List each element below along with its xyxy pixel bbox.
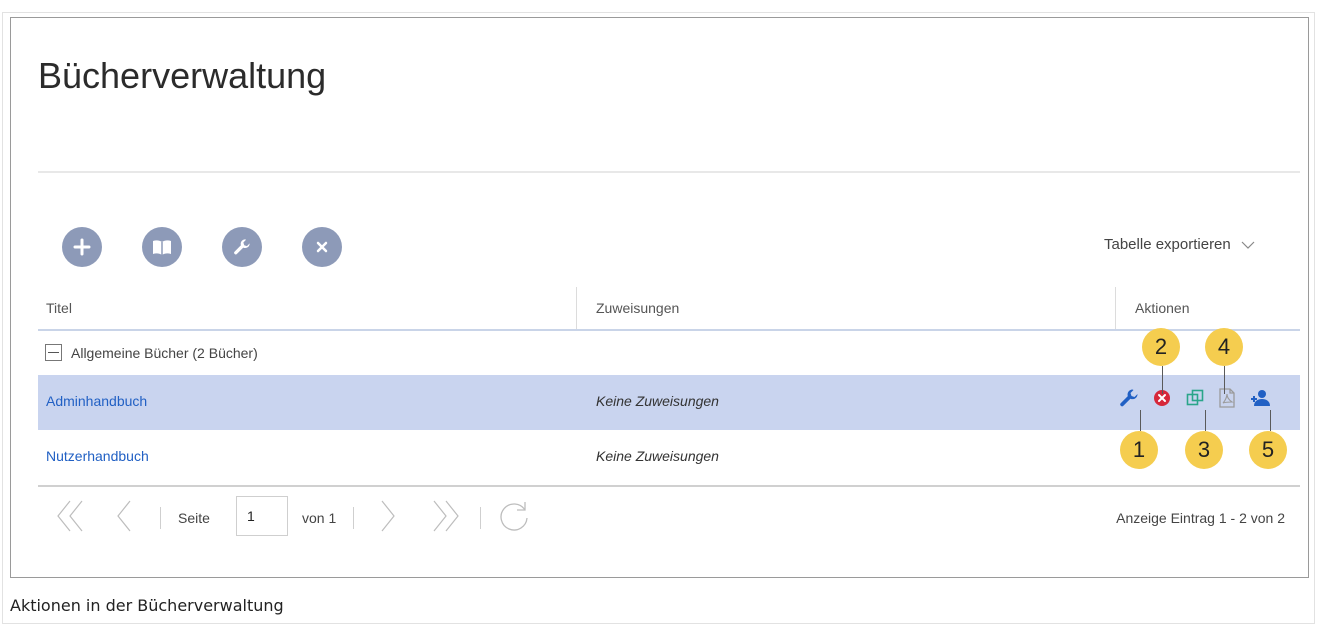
delete-book-button[interactable]	[302, 227, 342, 267]
column-separator	[1115, 287, 1116, 329]
pager-separator	[480, 507, 481, 529]
callout-3: 3	[1185, 431, 1223, 469]
last-page-button[interactable]	[432, 499, 460, 538]
title-divider	[38, 171, 1300, 173]
callout-line-1	[1140, 410, 1141, 431]
chevron-down-icon	[1241, 241, 1255, 249]
entry-count: Anzeige Eintrag 1 - 2 von 2	[1116, 510, 1285, 526]
page-title: Bücherverwaltung	[38, 55, 327, 96]
refresh-button[interactable]	[498, 499, 532, 538]
column-header-actions: Aktionen	[1135, 300, 1190, 316]
column-header-title[interactable]: Titel	[46, 300, 72, 316]
open-book-button[interactable]	[142, 227, 182, 267]
double-chevron-right-icon	[433, 500, 459, 532]
collapse-group-toggle[interactable]	[45, 344, 62, 361]
refresh-icon	[500, 502, 528, 531]
callout-line-3	[1205, 410, 1206, 431]
pager-separator	[160, 507, 161, 529]
book-title-link[interactable]: Nutzerhandbuch	[46, 448, 149, 464]
page-label: Seite	[178, 510, 210, 526]
wrench-icon	[234, 239, 250, 255]
first-page-button[interactable]	[56, 499, 84, 538]
book-assignments: Keine Zuweisungen	[596, 393, 719, 409]
wrench-icon	[1120, 389, 1138, 407]
pdf-icon	[1219, 388, 1235, 408]
table-header: Titel Zuweisungen Aktionen	[38, 287, 1300, 331]
export-table-dropdown[interactable]: Tabelle exportieren	[1104, 236, 1255, 253]
edit-action-button[interactable]	[1118, 387, 1140, 409]
book-assignments: Keine Zuweisungen	[596, 448, 719, 464]
export-label: Tabelle exportieren	[1104, 236, 1231, 253]
column-header-assignments[interactable]: Zuweisungen	[596, 300, 679, 316]
callout-5: 5	[1249, 431, 1287, 469]
pdf-export-action-button[interactable]	[1216, 387, 1238, 409]
user-assign-icon	[1251, 390, 1270, 406]
edit-book-button[interactable]	[222, 227, 262, 267]
figure-caption: Aktionen in der Bücherverwaltung	[10, 596, 284, 615]
callout-line-4	[1224, 366, 1225, 394]
close-icon	[316, 241, 328, 253]
chevron-right-icon	[381, 500, 395, 532]
chevron-left-icon	[117, 500, 131, 532]
callout-line-5	[1270, 410, 1271, 431]
callout-2: 2	[1142, 328, 1180, 366]
assign-user-action-button[interactable]	[1250, 387, 1272, 409]
copy-icon	[1186, 389, 1204, 406]
table-row[interactable]: Adminhandbuch Keine Zuweisungen	[38, 375, 1300, 430]
group-row[interactable]: Allgemeine Bücher (2 Bücher)	[38, 331, 1300, 375]
book-open-icon	[153, 240, 171, 255]
book-title-link[interactable]: Adminhandbuch	[46, 393, 147, 409]
table-row[interactable]: Nutzerhandbuch Keine Zuweisungen	[38, 430, 1300, 487]
page-total-label: von 1	[302, 510, 337, 526]
column-separator	[576, 287, 577, 329]
page-number-input[interactable]	[236, 496, 288, 536]
add-book-button[interactable]	[62, 227, 102, 267]
plus-icon	[73, 238, 91, 256]
pagination-bar: Seite von 1 Anzeige Eintrag 1 - 2 von 2	[38, 487, 1300, 547]
callout-1: 1	[1120, 431, 1158, 469]
copy-action-button[interactable]	[1184, 387, 1206, 409]
double-chevron-left-icon	[57, 500, 83, 532]
previous-page-button[interactable]	[116, 499, 132, 538]
callout-4: 4	[1205, 328, 1243, 366]
next-page-button[interactable]	[380, 499, 396, 538]
pager-separator	[353, 507, 354, 529]
callout-line-2	[1162, 366, 1163, 394]
group-label: Allgemeine Bücher (2 Bücher)	[71, 345, 258, 361]
